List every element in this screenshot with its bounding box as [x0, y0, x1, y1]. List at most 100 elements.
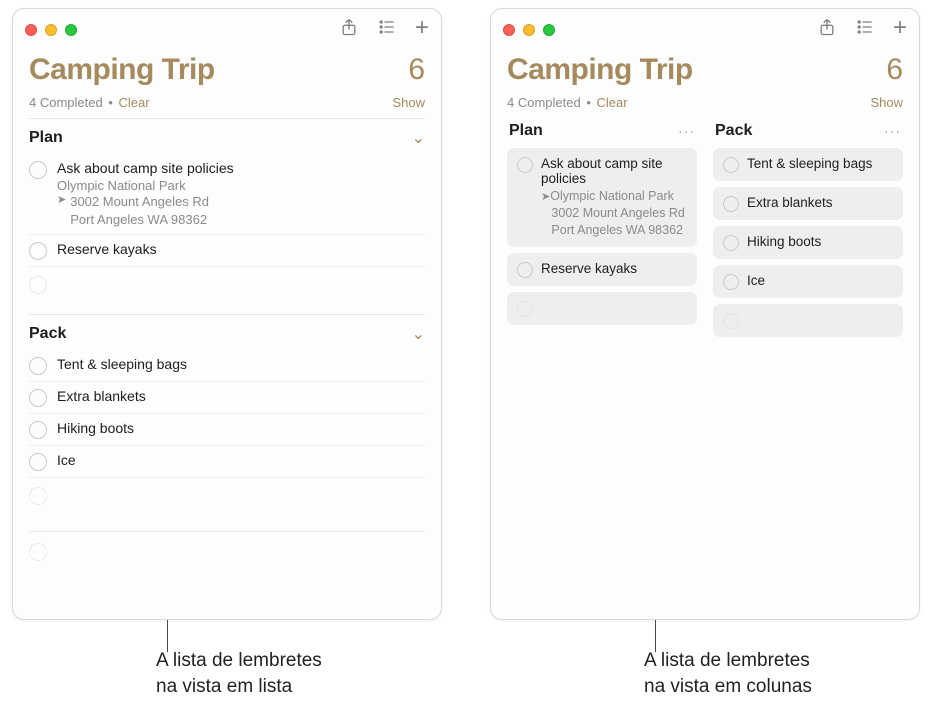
reminder-card[interactable]: Ice [713, 265, 903, 298]
add-item-icon[interactable] [29, 543, 47, 561]
caption-line-2: na vista em colunas [644, 676, 812, 697]
section-title: Pack [29, 325, 66, 343]
location-icon: ➤ [57, 193, 66, 228]
card-title: Hiking boots [747, 234, 893, 249]
share-icon[interactable] [817, 17, 837, 42]
chevron-down-icon[interactable]: ⌄ [412, 324, 425, 344]
section-header-plan[interactable]: Plan ⌄ [29, 118, 425, 154]
more-icon[interactable]: ··· [884, 123, 901, 139]
traffic-lights [25, 22, 77, 36]
caption-line-1: A lista de lembretes [644, 650, 810, 671]
minimize-button[interactable] [45, 24, 57, 36]
reminders-window-list-view: + Camping Trip 6 4 Completed • Clear Sho… [12, 8, 442, 620]
complete-toggle[interactable] [29, 389, 47, 407]
card-title: Ice [747, 273, 893, 288]
reminder-item[interactable]: Hiking boots [29, 414, 425, 446]
list-icon[interactable] [855, 17, 875, 42]
item-location: ➤ 3002 Mount Angeles Rd Port Angeles WA … [57, 193, 425, 228]
reminder-card[interactable]: Extra blankets [713, 187, 903, 220]
chevron-down-icon[interactable]: ⌄ [412, 128, 425, 148]
complete-toggle[interactable] [517, 262, 533, 278]
subheader: 4 Completed • Clear Show [507, 95, 903, 110]
reminder-item[interactable]: Tent & sleeping bags [29, 350, 425, 382]
item-subtitle: Olympic National Park [57, 178, 425, 193]
traffic-lights [503, 22, 555, 36]
new-reminder-placeholder[interactable] [507, 292, 697, 325]
section-title: Plan [29, 129, 63, 147]
clear-link[interactable]: Clear [597, 95, 628, 110]
completed-text: 4 Completed • Clear [29, 95, 150, 110]
titlebar: + [13, 9, 441, 49]
section-header-pack[interactable]: Pack ⌄ [29, 314, 425, 350]
list-title: Camping Trip [507, 53, 693, 87]
content: Camping Trip 6 4 Completed • Clear Show … [13, 49, 441, 619]
reminders-window-column-view: + Camping Trip 6 4 Completed • Clear Sho… [490, 8, 920, 620]
item-body: Reserve kayaks [57, 241, 425, 257]
minimize-button[interactable] [523, 24, 535, 36]
list-count: 6 [886, 53, 903, 87]
new-reminder-placeholder[interactable] [29, 267, 425, 314]
reminder-item[interactable]: Extra blankets [29, 382, 425, 414]
caption-list-view: A lista de lembretes na vista em lista [156, 648, 406, 699]
caption-column-view: A lista de lembretes na vista em colunas [644, 648, 904, 699]
reminder-item[interactable]: Ice [29, 446, 425, 478]
complete-toggle[interactable] [29, 161, 47, 179]
add-item-icon[interactable] [723, 313, 739, 329]
card-title: Ask about camp site policies [541, 156, 687, 186]
column-header: Pack ··· [713, 118, 903, 148]
item-title: Reserve kayaks [57, 241, 425, 257]
reminder-item[interactable]: Reserve kayaks [29, 235, 425, 267]
clear-link[interactable]: Clear [119, 95, 150, 110]
reminder-card[interactable]: Reserve kayaks [507, 253, 697, 286]
maximize-button[interactable] [65, 24, 77, 36]
location-icon: ➤ [541, 191, 550, 203]
complete-toggle[interactable] [723, 274, 739, 290]
more-icon[interactable]: ··· [678, 123, 695, 139]
reminder-card[interactable]: Hiking boots [713, 226, 903, 259]
complete-toggle[interactable] [723, 157, 739, 173]
column-plan: Plan ··· Ask about camp site policies ➤O… [507, 118, 697, 343]
new-reminder-placeholder[interactable] [29, 478, 425, 525]
column-title: Pack [715, 122, 752, 140]
complete-toggle[interactable] [29, 421, 47, 439]
add-button[interactable]: + [893, 16, 907, 42]
new-section-placeholder[interactable] [29, 532, 425, 581]
completed-count: 4 Completed [29, 95, 103, 110]
column-title: Plan [509, 122, 543, 140]
address-line-2: Port Angeles WA 98362 [70, 212, 207, 227]
show-link[interactable]: Show [870, 95, 903, 110]
complete-toggle[interactable] [517, 157, 533, 173]
item-title: Ask about camp site policies [57, 160, 425, 176]
columns: Plan ··· Ask about camp site policies ➤O… [507, 118, 903, 343]
item-title: Extra blankets [57, 388, 425, 404]
complete-toggle[interactable] [29, 453, 47, 471]
reminder-item[interactable]: Ask about camp site policies Olympic Nat… [29, 154, 425, 235]
add-item-icon[interactable] [517, 301, 533, 317]
subheader: 4 Completed • Clear Show [29, 95, 425, 110]
item-title: Tent & sleeping bags [57, 356, 425, 372]
titlebar: + [491, 9, 919, 49]
complete-toggle[interactable] [29, 242, 47, 260]
show-link[interactable]: Show [392, 95, 425, 110]
close-button[interactable] [503, 24, 515, 36]
close-button[interactable] [25, 24, 37, 36]
share-icon[interactable] [339, 17, 359, 42]
card-body: Ask about camp site policies ➤Olympic Na… [541, 156, 687, 239]
caption-line-2: na vista em lista [156, 676, 292, 697]
item-title: Ice [57, 452, 425, 468]
new-reminder-placeholder[interactable] [713, 304, 903, 337]
card-title: Tent & sleeping bags [747, 156, 893, 171]
maximize-button[interactable] [543, 24, 555, 36]
complete-toggle[interactable] [29, 357, 47, 375]
add-button[interactable]: + [415, 16, 429, 42]
list-count: 6 [408, 53, 425, 87]
reminder-card[interactable]: Tent & sleeping bags [713, 148, 903, 181]
card-subtitle: Olympic National Park [550, 189, 674, 203]
add-item-icon[interactable] [29, 276, 47, 294]
reminder-card[interactable]: Ask about camp site policies ➤Olympic Na… [507, 148, 697, 247]
list-icon[interactable] [377, 17, 397, 42]
completed-text: 4 Completed • Clear [507, 95, 628, 110]
add-item-icon[interactable] [29, 487, 47, 505]
complete-toggle[interactable] [723, 196, 739, 212]
complete-toggle[interactable] [723, 235, 739, 251]
